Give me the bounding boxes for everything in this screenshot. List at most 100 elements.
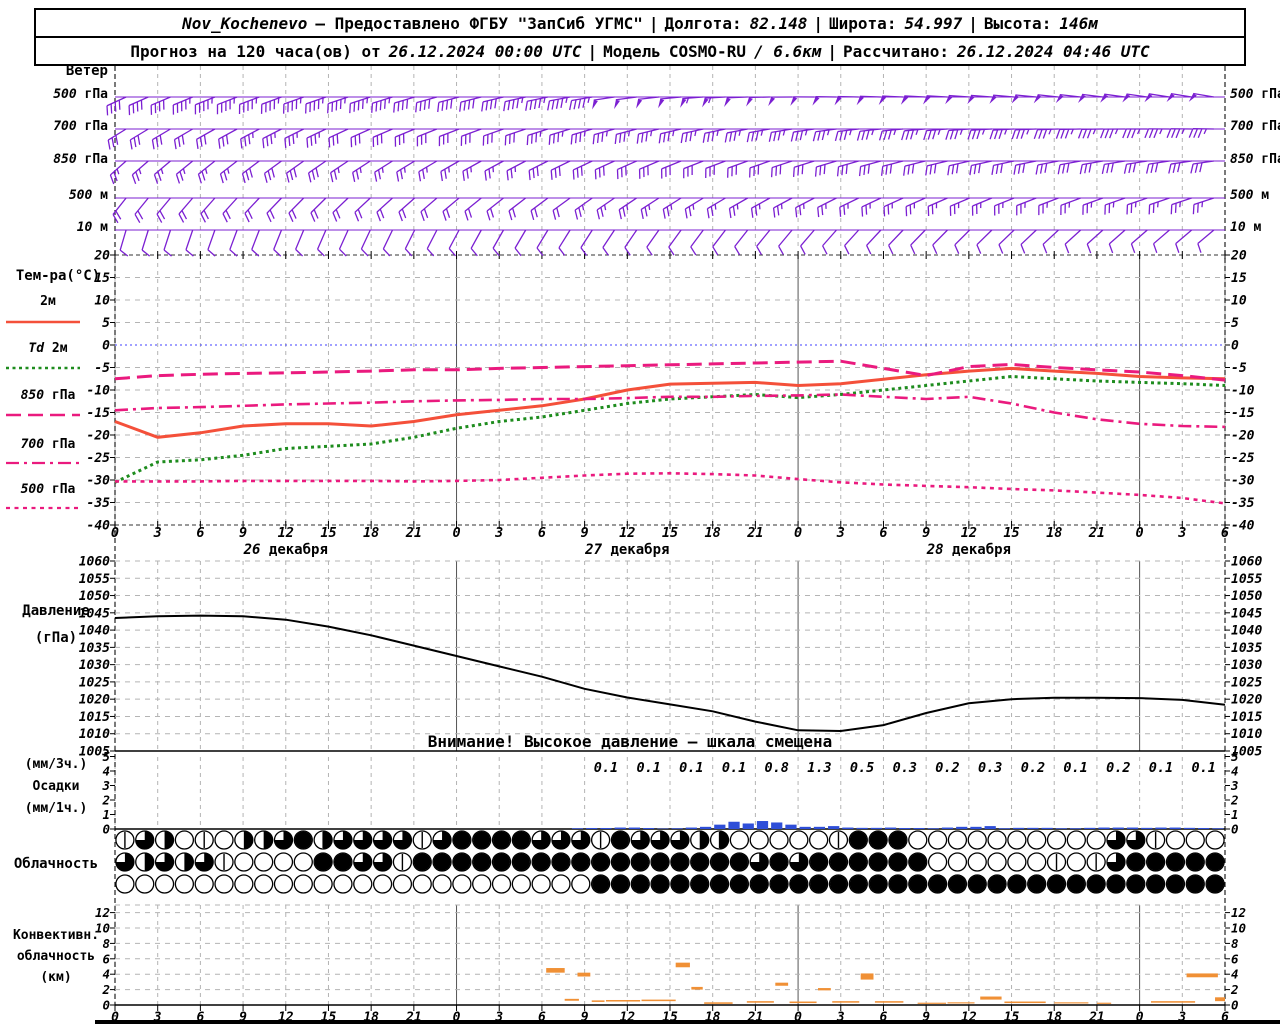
chart-mark [708,97,712,104]
wind-barb [790,128,815,142]
chart-mark [772,207,776,218]
wind-barb [526,128,549,146]
chart-mark [661,160,682,170]
chart-mark [705,160,726,169]
cloud-cover-symbol [392,874,413,894]
chart-mark [119,229,127,251]
wind-barb [1011,128,1037,140]
precip-3h-value: 0.1 [1191,760,1215,776]
wind-barb [150,96,171,115]
chart-mark [646,229,660,248]
cloud-cover-symbol [174,874,195,894]
chart-mark [726,96,748,99]
chart-mark: декабря [944,542,1011,558]
chart-mark [394,137,397,147]
longitude-value: 82.148 [749,13,808,33]
cloud-cover-symbol [967,852,987,872]
chart-mark [1148,204,1151,215]
wind-barb [416,128,438,147]
wind-barb [459,96,482,112]
cloud-fill [552,853,570,871]
chart-mark [998,244,1004,254]
chart-mark [905,130,910,140]
chart-mark [350,128,371,139]
cloud-fill [651,853,669,871]
chart-mark [579,132,582,143]
chart-mark [494,98,497,109]
chart-mark [734,246,741,256]
wind-barb [1130,229,1148,254]
cloud-fill [611,831,629,849]
temp-tick-label-left: -35 [87,496,111,511]
convective-cloud-bar [1054,1002,1089,1004]
wind-barb [330,160,349,183]
chart-mark [645,131,648,142]
chart-mark [1082,205,1084,215]
precip-bar [842,827,854,829]
cloud-fill [263,831,273,849]
wind-level-label-850hpa: 850 гПа [53,152,108,167]
chart-mark [1199,162,1203,173]
chart-mark [1077,94,1086,103]
cloud-cover-symbol [947,830,968,850]
wind-barb [724,96,748,107]
cloud-fill [849,875,867,893]
chart-mark [949,129,954,140]
wind-barb [932,229,948,255]
wind-barb [768,128,793,142]
wind-barb [1188,128,1214,139]
chart-mark [771,128,793,133]
cloud-fill [314,853,332,871]
chart-mark [150,105,153,115]
chart-mark [592,134,595,145]
pressure-tick-label-left: 1010 [79,727,110,742]
chart-mark [750,208,754,218]
chart-mark [379,100,382,111]
wind-level-label-700hpa-right: 700 гПа [1230,119,1280,134]
chart-mark [1064,229,1082,245]
chart-mark [332,197,349,214]
cloud-cover-symbol [293,852,313,872]
wind-barb [967,128,992,140]
wind-barb [817,197,837,218]
cloud-fill [849,853,867,871]
chart-mark [462,171,465,181]
cloud-fill [184,853,194,871]
chart-mark [859,95,881,98]
wind-barb [1152,229,1170,254]
chart-mark [1122,94,1131,103]
chart-mark [773,197,793,209]
chart-mark [200,197,216,215]
chart-mark [778,229,793,247]
cloud-fill [909,875,927,893]
cloud-cover-symbol [729,830,750,850]
chart-mark [284,128,304,139]
chart-mark [514,229,527,249]
chart-mark [910,229,926,246]
chart-mark [1004,129,1008,135]
chart-mark [1020,244,1026,254]
chart-mark [536,229,549,249]
chart-mark [707,197,726,210]
chart-mark [508,197,527,212]
chart-mark [861,206,864,217]
chart-mark [1149,197,1170,206]
chart-mark [976,129,981,140]
chart-mark [837,95,859,98]
precip-tick-label-right: 2 [1230,793,1239,808]
chart-mark [1060,197,1081,206]
wind-barb [372,128,393,147]
cloud-fill [889,853,907,871]
precip-bar [1126,827,1139,829]
chart-mark [1170,93,1192,98]
wind-barb [482,128,504,146]
wind-barb [638,160,660,179]
chart-mark [406,99,409,109]
cloud-fill [691,875,709,893]
precip-3h-value: 0.1 [594,760,618,776]
wind-barb [998,229,1015,254]
chart-mark [401,100,404,111]
chart-mark [845,164,848,174]
conv-tick-label-right: 8 [1231,936,1239,951]
temp-tick-label-left: -5 [94,361,110,376]
